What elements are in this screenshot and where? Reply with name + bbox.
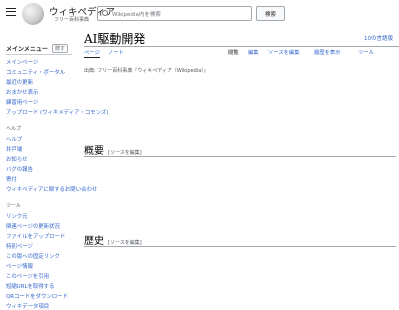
sidebar-item-community[interactable]: コミュニティ・ポータル bbox=[6, 68, 65, 76]
article: AI駆動開発 10の言語版 ページ ノート 閲覧 編集 ソースを編集 履歴を表示… bbox=[84, 30, 399, 310]
section-rule bbox=[84, 156, 396, 157]
sidebar-item-what-links-here[interactable]: リンク元 bbox=[6, 212, 28, 220]
sidebar-item-notices[interactable]: お知らせ bbox=[6, 155, 27, 163]
sidebar-item-bug-report[interactable]: バグの報告 bbox=[6, 165, 33, 173]
source-note: 出典: フリー百科事典『ウィキペディア（Wikipedia）』 bbox=[84, 68, 209, 74]
sidebar-item-upload-file[interactable]: ファイルをアップロード bbox=[6, 232, 65, 240]
tools-title: ツール bbox=[6, 203, 22, 209]
language-button[interactable]: 10の言語版 bbox=[364, 34, 393, 42]
section-heading-overview: 概要 [ソースを編集] bbox=[84, 142, 142, 157]
tab-talk[interactable]: ノート bbox=[108, 48, 124, 56]
search-button[interactable]: 検索 bbox=[256, 6, 285, 21]
site-header: ウィキペディア フリー百科事典 Wikipedia内を検索 検索 bbox=[0, 0, 399, 30]
sidebar-item-help[interactable]: ヘルプ bbox=[6, 135, 22, 143]
sidebar-item-village-pump[interactable]: 井戸端 bbox=[6, 145, 22, 153]
main-menu-icon[interactable] bbox=[6, 8, 16, 16]
sidebar-item-special-pages[interactable]: 特別ページ bbox=[6, 242, 33, 250]
sidebar-item-qr-code[interactable]: QRコードをダウンロード bbox=[6, 292, 68, 300]
sidebar-item-permanent-link[interactable]: この版への固定リンク bbox=[6, 252, 60, 260]
sidebar: メインメニュー 隠す メインページ コミュニティ・ポータル 最近の更新 おまかせ… bbox=[0, 30, 108, 310]
sidebar-divider bbox=[6, 54, 72, 55]
sidebar-item-donate[interactable]: 寄付 bbox=[6, 175, 17, 183]
search-placeholder: Wikipedia内を検索 bbox=[112, 12, 161, 18]
search-input[interactable]: Wikipedia内を検索 bbox=[97, 6, 252, 21]
search-icon bbox=[102, 10, 108, 16]
tab-tools[interactable]: ツール bbox=[358, 48, 374, 56]
sidebar-item-random[interactable]: おまかせ表示 bbox=[6, 88, 38, 96]
tab-edit-source[interactable]: ソースを編集 bbox=[268, 48, 300, 56]
title-rule bbox=[84, 46, 399, 47]
tab-read[interactable]: 閲覧 bbox=[228, 48, 239, 56]
main-menu-title: メインメニュー bbox=[6, 46, 48, 53]
section-heading-history: 歴史 [ソースを編集] bbox=[84, 232, 142, 247]
help-title: ヘルプ bbox=[6, 126, 22, 132]
page-title: AI駆動開発 bbox=[84, 32, 146, 46]
tagline: フリー百科事典 bbox=[54, 17, 90, 23]
sidebar-item-cite[interactable]: このページを引用 bbox=[6, 272, 49, 280]
section-rule bbox=[84, 246, 396, 247]
sidebar-item-recent-changes[interactable]: 最近の更新 bbox=[6, 78, 33, 86]
wikipedia-logo[interactable] bbox=[22, 3, 44, 25]
hide-menu-button[interactable]: 隠す bbox=[52, 44, 69, 53]
sidebar-item-wikidata[interactable]: ウィキデータ項目 bbox=[6, 302, 49, 310]
sidebar-item-page-info[interactable]: ページ情報 bbox=[6, 262, 33, 270]
sidebar-item-main-page[interactable]: メインページ bbox=[6, 58, 38, 66]
tab-page[interactable]: ページ bbox=[84, 48, 100, 58]
tab-edit[interactable]: 編集 bbox=[248, 48, 259, 56]
sidebar-item-short-url[interactable]: 短縮URLを取得する bbox=[6, 282, 54, 290]
sidebar-item-related-changes[interactable]: 関連ページの更新状況 bbox=[6, 222, 60, 230]
tab-history[interactable]: 履歴を表示 bbox=[314, 48, 341, 56]
sidebar-item-sandbox[interactable]: 練習用ページ bbox=[6, 98, 38, 106]
